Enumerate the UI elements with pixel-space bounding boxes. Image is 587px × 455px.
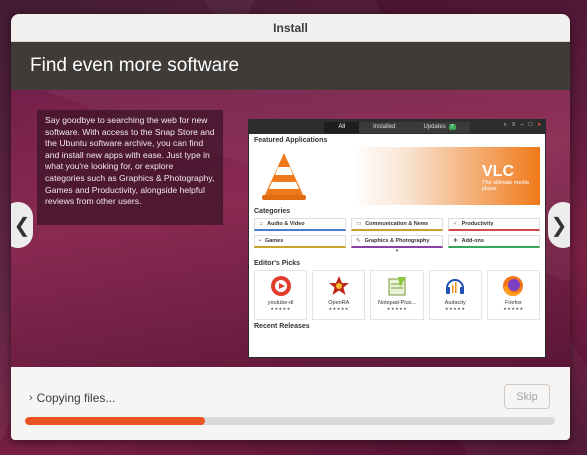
app-headerbar: All Installed Updates 7 ⌕ ≡ – □ ●: [249, 120, 545, 134]
chevron-left-icon: ❮: [13, 214, 31, 237]
menu-icon: ≡: [511, 122, 516, 128]
category-label: Productivity: [461, 221, 494, 227]
category-label: Games: [264, 238, 284, 244]
music-icon: ♫: [259, 221, 264, 227]
notepad-plus-icon: [388, 277, 406, 296]
pick-card: youtube-dl ★★★★★: [254, 270, 308, 320]
brush-icon: ✎: [356, 238, 361, 244]
rating-stars: ★★★★★: [270, 306, 291, 311]
status-expander[interactable]: › Copying files...: [29, 391, 115, 405]
progress-bar-fill: [25, 417, 206, 425]
categories-title: Categories: [254, 208, 291, 215]
openra-icon: [328, 276, 349, 295]
tab-installed-label: Installed: [373, 124, 396, 130]
pick-card: Audacity ★★★★★: [428, 270, 482, 320]
pick-card: OpenRA ★★★★★: [312, 270, 366, 320]
category-label: Audio & Video: [267, 221, 305, 227]
rating-stars: ★★★★★: [503, 306, 524, 311]
banner-title: VLC: [482, 163, 514, 180]
rating-stars: ★★★★★: [328, 306, 350, 311]
editors-picks: youtube-dl ★★★★★ OpenRA ★★★★★ Notepad-Pl…: [249, 270, 545, 320]
category-label: Add-ons: [461, 238, 484, 244]
next-slide-button[interactable]: ❯: [548, 202, 570, 248]
tab-all: All: [324, 121, 360, 133]
installer-window: Install Find even more software Say good…: [11, 14, 570, 440]
category-audio-video: ♫ Audio & Video: [254, 218, 346, 231]
tab-all-label: All: [338, 124, 346, 130]
tab-updates-label: Updates: [423, 124, 446, 130]
chat-icon: ▭: [356, 221, 362, 227]
status-text: Copying files...: [36, 391, 116, 405]
editors-picks-title: Editor's Picks: [254, 260, 301, 267]
slideshow: Say goodbye to searching the web for new…: [11, 90, 570, 367]
category-label: Graphics & Photography: [364, 238, 430, 244]
recent-releases-title: Recent Releases: [254, 323, 310, 330]
software-app-screenshot: All Installed Updates 7 ⌕ ≡ – □ ● Featur…: [248, 119, 546, 358]
pick-card: Notepad-Plus... ★★★★★: [370, 270, 424, 320]
check-icon: ✓: [453, 221, 458, 227]
expand-arrow-icon: ▾: [395, 248, 399, 254]
progress-bar: [25, 417, 555, 425]
category-grid: ♫ Audio & Video ▭ Communication & News ✓ Pr…: [249, 218, 545, 248]
close-icon: ●: [537, 122, 541, 128]
rating-stars: ★★★★★: [444, 306, 466, 311]
category-productivity: ✓ Productivity: [448, 218, 540, 231]
updates-badge: 7: [448, 124, 456, 130]
search-icon: ⌕: [503, 122, 507, 128]
tab-updates: Updates 7: [409, 121, 470, 133]
skip-button[interactable]: Skip: [504, 384, 550, 409]
slide-description: Say goodbye to searching the web for new…: [37, 110, 223, 225]
gamepad-icon: ▪: [259, 238, 261, 244]
category-graphics: ✎ Graphics & Photography: [351, 235, 443, 248]
tab-installed: Installed: [359, 121, 410, 133]
pick-card: Firefox ★★★★★: [486, 270, 541, 320]
installer-footer: › Copying files... Skip: [11, 367, 570, 440]
app-window-controls: ⌕ ≡ – □ ●: [504, 122, 541, 129]
maximize-icon: □: [528, 122, 533, 128]
youtube-dl-icon: [270, 276, 291, 296]
featured-title: Featured Applications: [254, 137, 328, 144]
previous-slide-button[interactable]: ❮: [11, 202, 33, 248]
category-communication: ▭ Communication & News: [351, 218, 443, 231]
firefox-icon: [503, 276, 524, 296]
rating-stars: ★★★★★: [386, 306, 408, 311]
category-games: ▪ Games: [254, 235, 346, 248]
chevron-right-icon: ›: [29, 392, 33, 404]
banner-subtitle: The ultimate media player: [482, 180, 529, 192]
category-addons: ✚ Add-ons: [448, 235, 540, 248]
page-title: Find even more software: [11, 42, 570, 90]
featured-banner: VLC The ultimate media player: [254, 147, 540, 205]
chevron-right-icon: ❯: [550, 214, 568, 237]
window-title: Install: [11, 14, 570, 42]
category-label: Communication & News: [365, 221, 429, 227]
vlc-cone-icon: [262, 153, 306, 200]
puzzle-icon: ✚: [453, 238, 458, 244]
minimize-icon: –: [520, 122, 524, 128]
audacity-icon: [446, 279, 465, 294]
